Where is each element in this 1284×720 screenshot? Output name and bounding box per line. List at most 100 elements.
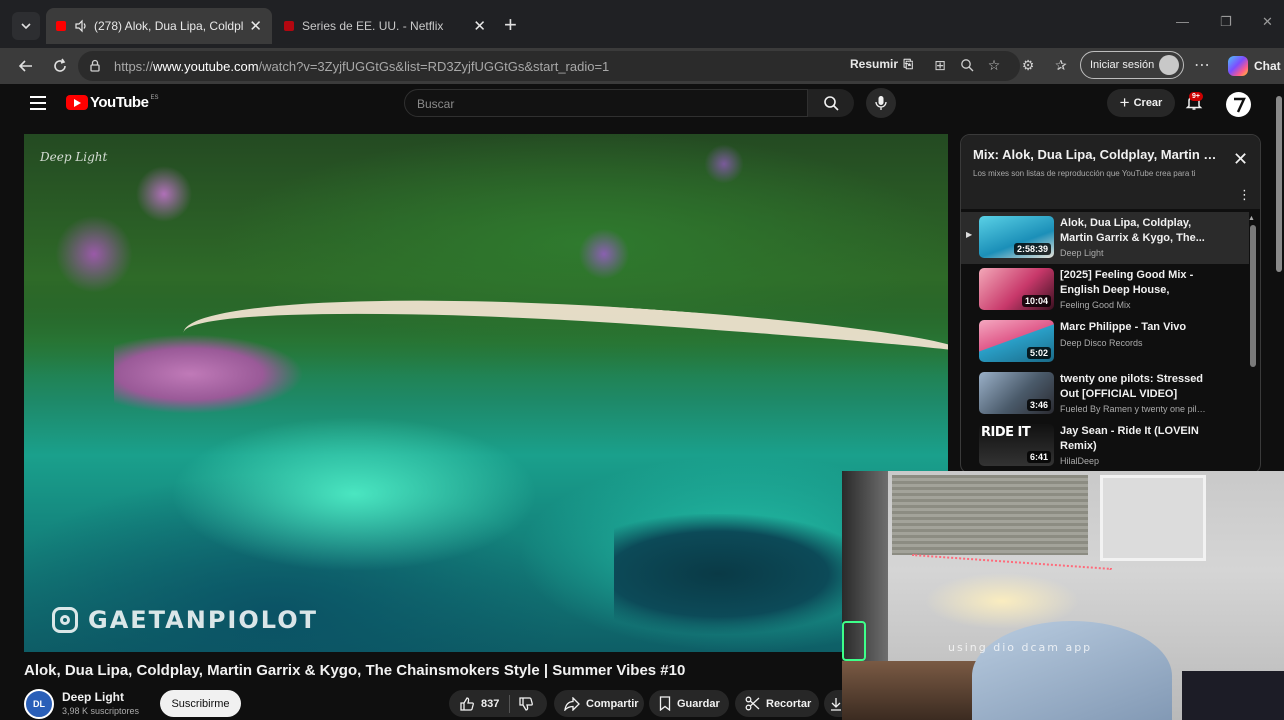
apps-icon[interactable]: ⊞ [931,56,949,74]
favorites-icon[interactable]: ✰ [1052,56,1070,74]
create-label: Crear [1133,97,1163,109]
account-avatar[interactable] [1226,92,1251,117]
back-button[interactable] [14,54,38,78]
divider [509,694,511,713]
playlist-item[interactable]: ▶ 2:58:39 Alok, Dua Lipa, Coldplay, Mart… [961,212,1249,264]
cam-blanket [972,621,1172,720]
tab-youtube[interactable]: (278) Alok, Dua Lipa, Coldplay, M ✕ [46,8,272,44]
playlist-item-channel: Fueled By Ramen y twenty one pilots [1060,404,1206,414]
search-input[interactable]: Buscar [404,89,808,117]
playlist-item[interactable]: RIDE IT 6:41 Jay Sean - Ride It (LOVEIN … [961,420,1249,472]
video-thumbnail[interactable]: RIDE IT 6:41 [979,424,1054,466]
video-player[interactable]: Deep Light GAETANPIOLOT [24,134,948,652]
youtube-favicon-icon [56,21,66,31]
close-playlist-icon[interactable]: ✕ [1233,149,1248,170]
playlist-item-title[interactable]: Marc Philippe - Tan Vivo [1060,320,1206,335]
duration-badge: 3:46 [1026,399,1051,411]
cam-green-light [842,621,866,661]
like-count[interactable]: 837 [481,698,499,710]
video-watermark-top: Deep Light [40,150,108,164]
chat-label: Chat [1254,59,1281,73]
close-tab-icon[interactable]: ✕ [249,17,262,35]
lock-icon[interactable] [88,59,102,73]
notification-count-badge: 9+ [1189,92,1203,101]
country-code: ES [150,95,159,101]
tab-netflix[interactable]: Series de EE. UU. - Netflix ✕ [274,8,496,44]
webcam-watermark: using dio dcam app [948,641,1093,654]
channel-avatar[interactable]: DL [24,689,54,719]
playlist-item[interactable]: 10:04 [2025] Feeling Good Mix - English … [961,264,1249,316]
video-title: Alok, Dua Lipa, Coldplay, Martin Garrix … [24,662,686,679]
playlist-item-channel: Deep Disco Records [1060,338,1143,348]
now-playing-icon: ▶ [966,230,973,239]
logo-text: YouTube [90,94,149,111]
more-options-icon[interactable]: ⋯ [1193,56,1211,74]
video-thumbnail[interactable]: 2:58:39 [979,216,1054,258]
arrow-left-icon [18,60,32,72]
thumbs-up-icon [460,696,474,711]
like-button[interactable] [459,696,475,712]
zoom-icon[interactable] [958,56,976,74]
minimize-icon[interactable]: — [1176,14,1189,29]
duration-badge: 5:02 [1026,347,1051,359]
cam-dark-object [1182,671,1284,720]
close-window-icon[interactable]: ✕ [1262,14,1273,30]
video-thumbnail[interactable]: 5:02 [979,320,1054,362]
video-frame-reef [614,514,874,634]
like-dislike-group: 837 [449,690,547,717]
favorite-star-icon[interactable]: ☆ [985,56,1003,74]
playlist-item-title[interactable]: [2025] Feeling Good Mix - English Deep H… [1060,268,1206,298]
summarize-button[interactable]: Resumir ⎘ [850,57,913,72]
reload-button[interactable] [48,54,72,78]
playlist-item[interactable]: 5:02 Marc Philippe - Tan Vivo Deep Disco… [961,316,1249,368]
copilot-chat-button[interactable]: Chat [1228,56,1281,76]
video-thumbnail[interactable]: 3:46 [979,372,1054,414]
search-button[interactable] [808,89,854,117]
extensions-icon[interactable]: ⚙ [1019,56,1037,74]
share-label: Compartir [586,697,639,710]
bookmark-icon [659,696,671,711]
playlist-title[interactable]: Mix: Alok, Dua Lipa, Coldplay, Martin Ga… [973,147,1223,162]
video-thumbnail[interactable]: 10:04 [979,268,1054,310]
playlist-scrollbar[interactable] [1250,225,1256,367]
share-button[interactable]: Compartir [554,690,644,717]
copilot-icon [1228,56,1248,76]
playlist-subtitle: Los mixes son listas de reproducción que… [973,169,1196,178]
clip-label: Recortar [766,697,812,710]
scroll-up-arrow-icon[interactable]: ▲ [1248,215,1255,222]
page-scrollbar[interactable] [1276,96,1282,272]
create-button[interactable]: + Crear [1107,89,1175,117]
cam-cabinet [1100,475,1206,561]
guide-menu-icon[interactable] [30,96,46,114]
instagram-icon [52,607,78,633]
tab-actions-button[interactable] [12,12,40,40]
close-tab-icon[interactable]: ✕ [473,17,486,35]
dislike-button[interactable] [518,696,534,712]
account-icon [1233,97,1246,113]
profile-avatar-icon [1159,55,1179,75]
video-watermark-bottom: GAETANPIOLOT [52,606,318,634]
netflix-favicon-icon [284,21,294,31]
signin-button[interactable]: Iniciar sesión [1080,51,1184,79]
playlist-item-title[interactable]: Jay Sean - Ride It (LOVEIN Remix) [1060,424,1206,454]
voice-search-button[interactable] [866,88,896,118]
clip-button[interactable]: Recortar [735,690,819,717]
playlist-item-title[interactable]: Alok, Dua Lipa, Coldplay, Martin Garrix … [1060,216,1206,246]
browser-toolbar: https://www.youtube.com/watch?v=3ZyjfUGG… [0,48,1284,84]
search-icon [824,96,839,111]
channel-name[interactable]: Deep Light [62,690,124,704]
tab-title: (278) Alok, Dua Lipa, Coldplay, M [94,19,244,33]
youtube-logo[interactable]: YouTube ES [66,94,158,111]
speaker-icon[interactable] [74,19,88,33]
new-tab-button[interactable]: + [504,14,517,36]
duration-badge: 10:04 [1021,295,1051,307]
subscribe-button[interactable]: Suscribirme [160,690,241,717]
more-vert-icon[interactable]: ⋮ [1238,187,1251,203]
save-button[interactable]: Guardar [649,690,729,717]
download-button[interactable] [824,690,844,717]
playlist-panel: Mix: Alok, Dua Lipa, Coldplay, Martin Ga… [960,134,1261,474]
restore-icon[interactable]: ❐ [1220,14,1232,30]
playlist-item-title[interactable]: twenty one pilots: Stressed Out [OFFICIA… [1060,372,1206,402]
video-frame-rocks [114,334,304,414]
playlist-item[interactable]: 3:46 twenty one pilots: Stressed Out [OF… [961,368,1249,420]
